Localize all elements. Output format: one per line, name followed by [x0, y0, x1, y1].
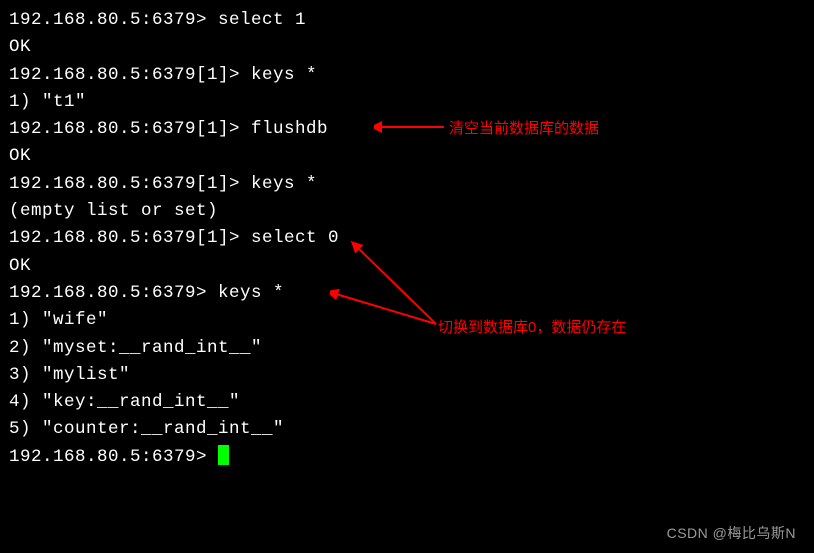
terminal-line: 1) "t1" [9, 89, 814, 116]
terminal-line: 3) "mylist" [9, 362, 814, 389]
watermark-text: CSDN @梅比乌斯N [667, 523, 796, 545]
terminal-line: 2) "myset:__rand_int__" [9, 335, 814, 362]
terminal-line: OK [9, 143, 814, 170]
terminal-line: 1) "wife" [9, 307, 814, 334]
terminal-line: 192.168.80.5:6379> select 1 [9, 7, 814, 34]
terminal-output[interactable]: 192.168.80.5:6379> select 1 OK 192.168.8… [9, 7, 814, 471]
terminal-line: 192.168.80.5:6379[1]> flushdb [9, 116, 814, 143]
terminal-prompt: 192.168.80.5:6379> [9, 447, 218, 467]
terminal-line: 192.168.80.5:6379[1]> keys * [9, 62, 814, 89]
terminal-line: 4) "key:__rand_int__" [9, 389, 814, 416]
annotation-text: 清空当前数据库的数据 [449, 117, 599, 140]
terminal-line: OK [9, 253, 814, 280]
terminal-line: 192.168.80.5:6379[1]> select 0 [9, 225, 814, 252]
terminal-line: (empty list or set) [9, 198, 814, 225]
annotation-text: 切换到数据库0，数据仍存在 [438, 316, 626, 339]
terminal-line: 192.168.80.5:6379[1]> keys * [9, 171, 814, 198]
terminal-line: 5) "counter:__rand_int__" [9, 416, 814, 443]
terminal-prompt-line: 192.168.80.5:6379> [9, 444, 814, 471]
terminal-line: 192.168.80.5:6379> keys * [9, 280, 814, 307]
cursor-icon [218, 445, 229, 465]
terminal-line: OK [9, 34, 814, 61]
